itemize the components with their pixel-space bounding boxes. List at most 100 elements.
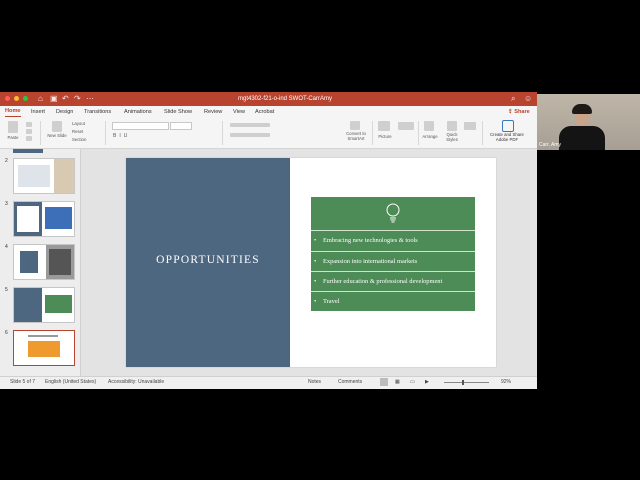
tab-transitions[interactable]: Transitions bbox=[84, 106, 111, 118]
home-icon[interactable]: ⌂ bbox=[38, 93, 43, 105]
paste-icon[interactable] bbox=[8, 121, 18, 133]
quick-styles-icon[interactable] bbox=[447, 121, 457, 131]
new-slide-icon[interactable] bbox=[52, 121, 62, 132]
tab-insert[interactable]: Insert bbox=[31, 106, 45, 118]
slide-thumbnail-3[interactable] bbox=[13, 201, 75, 237]
redo-icon[interactable]: ↷ bbox=[74, 93, 81, 105]
divider bbox=[482, 121, 483, 145]
zoom-slider-thumb[interactable] bbox=[462, 380, 464, 385]
thumbnail-number: 3 bbox=[5, 201, 8, 207]
thumbnail-block bbox=[49, 249, 71, 275]
thumbnail-block bbox=[45, 207, 72, 229]
alignment-controls[interactable] bbox=[230, 133, 270, 137]
cut-icon[interactable] bbox=[26, 122, 32, 127]
powerpoint-window: ⌂ ▣ ↶ ↷ ⋯ mgt4302-f21-o-ind SWOT-CarrAmy… bbox=[0, 92, 537, 389]
thumbnail-image bbox=[54, 159, 74, 193]
slide-sorter-icon[interactable]: ▦ bbox=[395, 377, 400, 388]
smartart-icon[interactable] bbox=[350, 121, 360, 130]
zoom-slider[interactable] bbox=[444, 382, 489, 383]
shape-fill-icon[interactable] bbox=[464, 122, 476, 130]
thumbnail-partial[interactable] bbox=[13, 149, 43, 153]
comments-button[interactable]: Comments bbox=[338, 377, 362, 388]
quick-styles-label: Quick Styles bbox=[446, 132, 458, 142]
participant-name: Carr, Amy bbox=[539, 142, 561, 148]
adobe-pdf-icon[interactable] bbox=[502, 120, 514, 132]
notes-button[interactable]: Notes bbox=[308, 377, 321, 388]
divider bbox=[418, 121, 419, 145]
picture-icon[interactable] bbox=[378, 121, 390, 131]
opportunity-item: • Travel bbox=[311, 291, 475, 312]
accessibility-status[interactable]: Accessibility: Unavailable bbox=[108, 377, 164, 388]
zoom-level[interactable]: 92% bbox=[501, 377, 511, 388]
undo-icon[interactable]: ↶ bbox=[62, 93, 69, 105]
slide-title[interactable]: OPPORTUNITIES bbox=[126, 254, 290, 266]
paragraph-controls[interactable] bbox=[230, 123, 270, 127]
reset-button[interactable]: Reset bbox=[72, 129, 83, 134]
thumbnail-block bbox=[28, 341, 60, 357]
save-icon[interactable]: ▣ bbox=[50, 93, 58, 105]
normal-view-button[interactable] bbox=[380, 378, 388, 386]
person-body bbox=[559, 126, 605, 150]
opportunities-box[interactable]: • Embracing new technologies & tools • E… bbox=[311, 197, 475, 311]
search-icon[interactable]: ⌕ bbox=[511, 93, 515, 105]
convert-smartart-label: Convert to SmartArt bbox=[346, 131, 366, 141]
arrange-icon[interactable] bbox=[424, 121, 434, 131]
bullet: • bbox=[314, 237, 317, 244]
thumbnail-number: 6 bbox=[5, 330, 8, 336]
tab-view[interactable]: View bbox=[233, 106, 245, 118]
font-name-field[interactable] bbox=[112, 122, 169, 130]
shapes-icon[interactable] bbox=[398, 122, 414, 130]
icon-row bbox=[311, 197, 475, 228]
font-style-buttons[interactable]: BIU bbox=[113, 133, 130, 139]
reading-view-icon[interactable]: ▭ bbox=[410, 377, 415, 388]
slide-thumbnail-5[interactable] bbox=[13, 287, 75, 323]
section-button[interactable]: Section bbox=[72, 137, 86, 142]
slide-thumbnails-pane: 2 3 4 5 6 bbox=[0, 149, 81, 376]
share-button[interactable]: ⇪ Share bbox=[508, 106, 530, 118]
tab-slide-show[interactable]: Slide Show bbox=[164, 106, 192, 118]
thumbnail-number: 2 bbox=[5, 158, 8, 164]
layout-button[interactable]: Layout bbox=[72, 121, 85, 126]
arrange-label: Arrange bbox=[422, 134, 438, 139]
paste-label: Paste bbox=[7, 135, 19, 140]
current-slide[interactable]: OPPORTUNITIES • Embracing new technologi… bbox=[126, 158, 496, 367]
slide-thumbnail-6[interactable] bbox=[13, 330, 75, 366]
new-slide-label: New Slide bbox=[47, 133, 67, 138]
language-status[interactable]: English (United States) bbox=[45, 377, 96, 388]
tab-review[interactable]: Review bbox=[204, 106, 222, 118]
minimize-window-button[interactable] bbox=[14, 96, 19, 101]
opportunity-text: Travel bbox=[323, 298, 340, 305]
tab-home[interactable]: Home bbox=[5, 106, 21, 117]
person-hair bbox=[572, 104, 592, 114]
slideshow-icon[interactable]: ▶ bbox=[425, 377, 429, 388]
lightbulb-icon bbox=[386, 203, 400, 223]
zoom-window-button[interactable] bbox=[23, 96, 28, 101]
format-painter-icon[interactable] bbox=[26, 136, 32, 141]
slide-counter: Slide 5 of 7 bbox=[10, 379, 36, 385]
thumbnail-block bbox=[14, 288, 42, 322]
slide-thumbnail-4[interactable] bbox=[13, 244, 75, 280]
thumbnail-block bbox=[45, 295, 72, 313]
slide-thumbnail-2[interactable] bbox=[13, 158, 75, 194]
picture-label: Picture bbox=[378, 134, 392, 139]
thumbnail-block bbox=[28, 335, 58, 337]
copy-icon[interactable] bbox=[26, 129, 32, 134]
thumbnail-number: 4 bbox=[5, 244, 8, 250]
title-bar: ⌂ ▣ ↶ ↷ ⋯ mgt4302-f21-o-ind SWOT-CarrAmy… bbox=[0, 92, 537, 106]
document-title: mgt4302-f21-o-ind SWOT-CarrAmy bbox=[237, 96, 333, 102]
smiley-icon[interactable]: ☺ bbox=[524, 93, 532, 105]
status-bar: Slide 5 of 7 English (United States) Acc… bbox=[0, 376, 537, 389]
close-window-button[interactable] bbox=[5, 96, 10, 101]
tab-acrobat[interactable]: Acrobat bbox=[255, 106, 274, 118]
thumbnail-block bbox=[17, 206, 39, 232]
more-icon[interactable]: ⋯ bbox=[86, 93, 94, 105]
opportunity-text: Embracing new technologies & tools bbox=[323, 237, 418, 244]
tab-design[interactable]: Design bbox=[56, 106, 73, 118]
opportunity-text: Expansion into international markets bbox=[323, 258, 418, 265]
bullet: • bbox=[314, 278, 317, 285]
opportunity-text: Further education & professional develop… bbox=[323, 278, 443, 285]
slide-canvas: OPPORTUNITIES • Embracing new technologi… bbox=[81, 149, 537, 376]
font-size-field[interactable] bbox=[170, 122, 192, 130]
tab-animations[interactable]: Animations bbox=[124, 106, 152, 118]
thumbnail-number: 5 bbox=[5, 287, 8, 293]
